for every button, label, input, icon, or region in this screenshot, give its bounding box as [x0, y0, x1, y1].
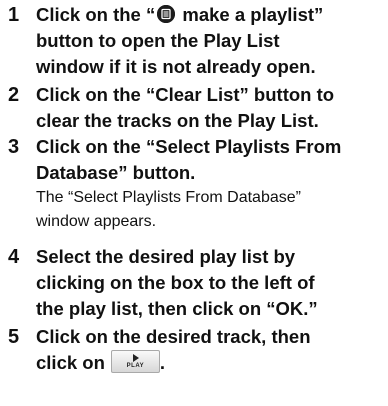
- step-line: Click on the “ make a playlist”: [36, 2, 384, 28]
- step-note: The “Select Playlists From Database”: [36, 189, 301, 206]
- step-number: 4: [8, 246, 20, 268]
- step-number: 5: [8, 326, 20, 348]
- step-number: 3: [8, 136, 20, 158]
- play-button-label: PLAY: [126, 362, 145, 369]
- step-note: window appears.: [36, 213, 157, 230]
- step-line: Click on the desired track, then: [36, 326, 311, 347]
- step-line: clear the tracks on the Play List.: [36, 110, 319, 131]
- step-text: make a playlist”: [177, 4, 324, 25]
- step-line: Database” button.: [36, 162, 196, 183]
- step-line: Click on the “Clear List” button to: [36, 84, 335, 105]
- step-line: button to open the Play List: [36, 28, 384, 54]
- step-line: window if it is not already open.: [36, 56, 316, 77]
- step-line: the play list, then click on “OK.”: [36, 298, 318, 319]
- play-triangle-icon: [132, 353, 139, 362]
- step-text: button to open the Play List: [36, 30, 280, 51]
- step-number: 1: [8, 4, 20, 26]
- play-button-icon: PLAY: [110, 349, 160, 373]
- step-text: Click on the “: [36, 4, 156, 25]
- instruction-steps: 1 Click on the “ make a playlist” button…: [0, 0, 388, 406]
- step-line: Select the desired play list by: [36, 246, 296, 267]
- step-line: clicking on the box to the left of: [36, 272, 315, 293]
- step-number: 2: [8, 84, 20, 106]
- step-text: .: [159, 352, 166, 373]
- step-line: Click on the “Select Playlists From: [36, 136, 342, 157]
- step-text: click on: [36, 352, 105, 373]
- step-line: click on PLAY.: [36, 349, 384, 376]
- playlist-icon: [157, 5, 176, 24]
